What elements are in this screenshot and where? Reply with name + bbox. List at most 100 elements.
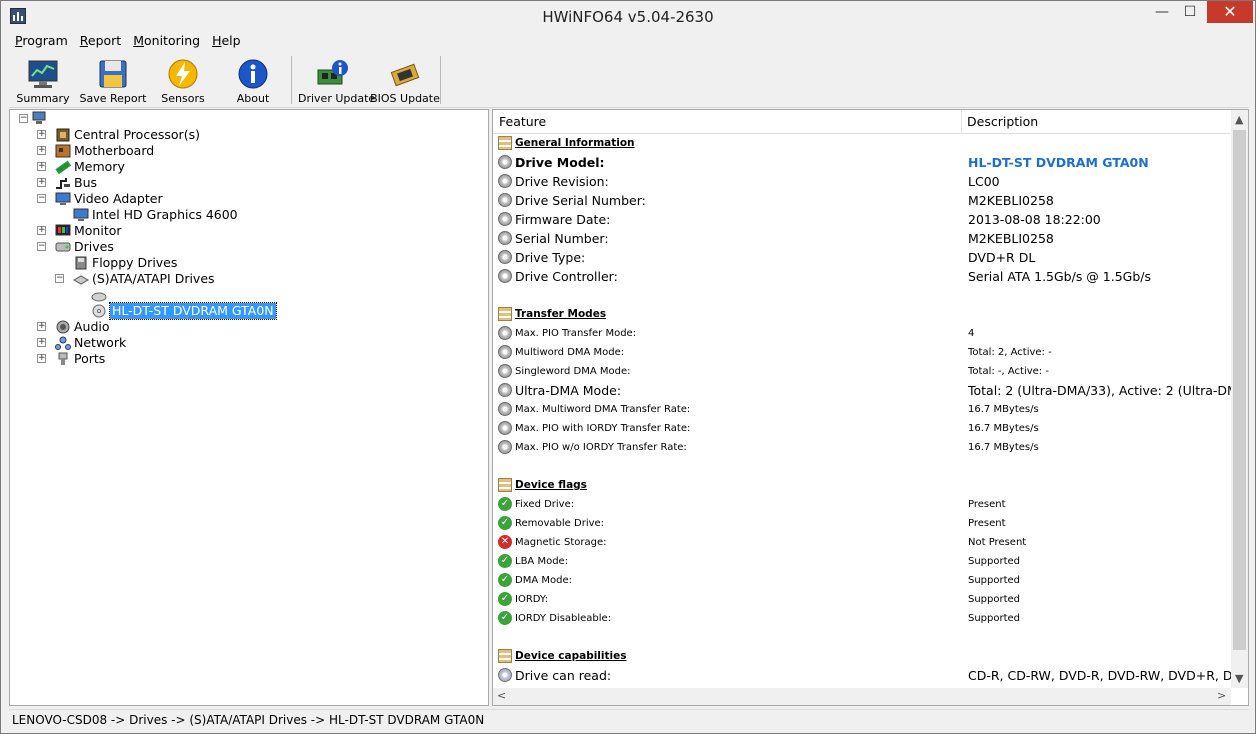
table-row[interactable]: Singleword DMA Mode: Total: -, Active: - [493,362,1233,381]
table-row[interactable]: ✓ DMA Mode: Supported [493,571,1233,590]
expand-toggle[interactable]: + [37,178,46,187]
feature-label: Drive can read: [515,668,612,683]
driver-board-icon [317,58,349,90]
toolbar-separator [440,56,441,104]
table-row[interactable]: Drive Revision: LC00 [493,172,1233,191]
sensors-button[interactable]: Sensors [149,54,217,106]
driver-update-button[interactable]: Driver Update [298,54,375,106]
scroll-thumb[interactable] [1233,130,1246,650]
table-row[interactable]: ✓ Removable Drive: Present [493,514,1233,533]
table-row[interactable]: Max. PIO with IORDY Transfer Rate: 16.7 M… [493,419,1233,438]
drives-icon [55,240,71,254]
table-row[interactable]: ✓ IORDY Disableable: Supported [493,609,1233,628]
tree-item-drives[interactable]: Drives [55,239,255,255]
tree-label: Floppy Drives [92,255,178,270]
table-row[interactable]: ✓ Fixed Drive: Present [493,495,1233,514]
scroll-right-icon[interactable]: > [1217,689,1226,702]
expand-toggle[interactable]: + [37,354,46,363]
table-row[interactable]: Max. Multiword DMA Transfer Rate: 16.7 MB… [493,400,1233,419]
feature-label: Drive Model: [515,155,605,170]
feature-label: Singleword DMA Mode: [515,366,631,377]
section-icon [498,478,512,492]
tree-item-floppy-drives[interactable]: Floppy Drives [73,255,273,271]
scroll-left-icon[interactable]: < [497,689,506,702]
summary-button[interactable]: Summary [9,54,77,106]
tree-item-bus[interactable]: Bus [55,175,255,191]
section-header[interactable]: Device flags [493,476,1233,495]
menu-mnemonic: M [133,33,145,48]
section-header[interactable]: Transfer Modes [493,305,1233,324]
section-icon [498,136,512,150]
save-report-button[interactable]: Save Report [79,54,147,106]
tree-item-video-adapter[interactable]: Video Adapter [55,191,255,207]
tree-item-audio[interactable]: Audio [55,319,255,335]
menu-monitoring[interactable]: Monitoring [127,32,206,49]
details-panel[interactable]: Feature Description General Information … [492,109,1249,706]
description-column-header[interactable]: Description [967,114,1038,129]
feature-value: M2KEBLI0258 [968,193,1054,208]
expand-toggle[interactable]: + [37,226,46,235]
table-row[interactable]: Max. PIO w/o IORDY Transfer Rate: 16.7 MB… [493,438,1233,457]
expand-toggle[interactable]: + [37,338,46,347]
tree-item-dvdram[interactable]: HL-DT-ST DVDRAM GTA0N [91,302,291,320]
maximize-button[interactable]: ☐ [1176,1,1204,23]
menu-program[interactable]: Program [9,32,74,49]
collapse-toggle[interactable]: − [37,242,46,251]
table-row[interactable]: ✓ IORDY: Supported [493,590,1233,609]
tree-label: Memory [74,159,125,174]
collapse-toggle[interactable]: − [19,114,28,123]
summary-label: Summary [16,92,70,105]
save-report-label: Save Report [79,92,147,105]
tree-item-ports[interactable]: Ports [55,351,255,367]
tree-item-sata-drives[interactable]: (S)ATA/ATAPI Drives [72,271,273,287]
device-tree[interactable]: − + Central Processor(s) + Motherboard +… [9,109,489,706]
table-row[interactable]: Drive Model: HL-DT-ST DVDRAM GTA0N [493,153,1233,172]
table-row[interactable]: Ultra-DMA Mode: Total: 2 (Ultra-DMA/33), … [493,381,1248,400]
about-button[interactable]: About [219,54,287,106]
section-header[interactable]: General Information [493,134,1233,153]
expand-toggle[interactable]: + [37,146,46,155]
tree-label: Drives [74,239,114,254]
vertical-scrollbar[interactable]: ▲ ▼ [1231,110,1248,688]
menu-report[interactable]: Report [74,32,127,49]
table-row[interactable]: Drive Type: DVD+R DL [493,248,1233,267]
feature-label: Serial Number: [515,231,609,246]
tree-item-motherboard[interactable]: Motherboard [55,143,255,159]
section-header[interactable]: Device capabilities [493,647,1233,666]
table-row[interactable]: Drive can read: CD-R, CD-RW, DVD-R, DVD-R… [493,666,1248,685]
close-button[interactable]: ✕ [1207,1,1253,23]
feature-value: Not Present [968,537,1027,548]
table-row[interactable]: Drive Serial Number: M2KEBLI0258 [493,191,1233,210]
scroll-down-icon[interactable]: ▼ [1235,672,1243,685]
tree-item-memory[interactable]: Memory [55,159,255,175]
expand-toggle[interactable]: + [37,130,46,139]
table-row[interactable]: Firmware Date: 2013-08-08 18:22:00 [493,210,1233,229]
tree-label: Bus [74,175,98,190]
tree-item-cpu[interactable]: Central Processor(s) [55,127,255,143]
drive-icon [498,212,512,226]
minimize-button[interactable]: — [1148,1,1176,23]
horizontal-scrollbar[interactable]: < > [493,688,1231,705]
scroll-up-icon[interactable]: ▲ [1235,113,1243,126]
feature-value: 16.7 MBytes/s [968,404,1039,415]
table-row[interactable]: ✕ Magnetic Storage: Not Present [493,533,1233,552]
table-row[interactable]: ✓ LBA Mode: Supported [493,552,1233,571]
table-row[interactable]: Serial Number: M2KEBLI0258 [493,229,1233,248]
expand-toggle[interactable]: + [37,162,46,171]
table-row[interactable]: Multiword DMA Mode: Total: 2, Active: - [493,343,1233,362]
bios-update-button[interactable]: BIOS Update [370,54,440,106]
table-row[interactable]: Max. PIO Transfer Mode: 4 [493,324,1233,343]
table-row[interactable]: Drive Controller: Serial ATA 1.5Gb/s @ 1.… [493,267,1233,286]
column-divider[interactable] [961,110,962,134]
tree-item-monitor[interactable]: Monitor [55,223,255,239]
feature-label: Removable Drive: [515,518,605,529]
menu-help[interactable]: Help [206,32,247,49]
tree-item-intel-hd-graphics[interactable]: Intel HD Graphics 4600 [73,207,273,223]
expand-toggle[interactable]: + [37,322,46,331]
collapse-toggle[interactable]: − [55,274,64,283]
feature-column-header[interactable]: Feature [499,114,546,129]
tree-item-network[interactable]: Network [55,335,255,351]
speaker-icon [55,320,71,334]
feature-value: Serial ATA 1.5Gb/s @ 1.5Gb/s [968,269,1152,284]
collapse-toggle[interactable]: − [37,194,46,203]
